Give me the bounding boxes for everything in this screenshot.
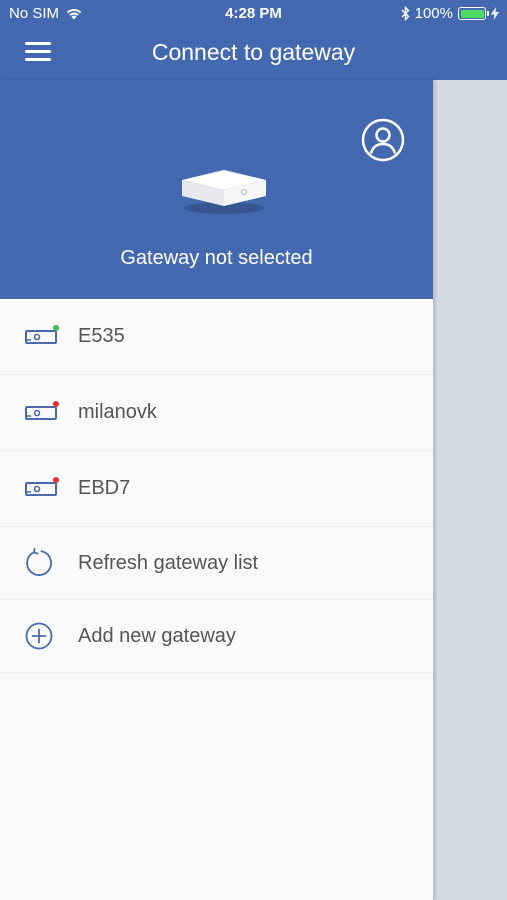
gateway-name: EBD7 bbox=[78, 477, 131, 499]
user-profile-icon[interactable] bbox=[361, 118, 405, 162]
gateway-name: milanovk bbox=[78, 401, 157, 423]
offline-status-dot bbox=[53, 400, 59, 407]
gateway-icon-cell bbox=[0, 375, 78, 450]
app-header: No SIM 4:28 PM 100% Connect to gateway bbox=[0, 0, 507, 80]
gateway-icon-cell bbox=[0, 299, 78, 374]
gateway-device-icon bbox=[182, 170, 266, 214]
gateway-list: E535 milanovk EBD7 Refresh gateway list … bbox=[0, 299, 433, 673]
online-status-dot bbox=[53, 324, 59, 331]
status-right-group: 100% bbox=[401, 5, 499, 22]
page-title: Connect to gateway bbox=[151, 39, 356, 65]
gateway-hero: Gateway not selected bbox=[0, 80, 433, 299]
add-gateway-label: Add new gateway bbox=[78, 624, 236, 647]
gateway-icon bbox=[25, 476, 59, 496]
battery-percent: 100% bbox=[414, 5, 453, 22]
refresh-gateway-list-button[interactable]: Refresh gateway list bbox=[0, 527, 433, 600]
bluetooth-icon bbox=[401, 6, 410, 21]
add-new-gateway-button[interactable]: Add new gateway bbox=[0, 600, 433, 673]
charging-icon bbox=[491, 7, 499, 20]
gateway-item[interactable]: E535 bbox=[0, 299, 433, 375]
add-icon-cell bbox=[0, 600, 78, 672]
add-circle-icon bbox=[25, 622, 53, 650]
gateway-icon bbox=[25, 400, 59, 420]
refresh-icon bbox=[26, 548, 52, 576]
status-bar: No SIM 4:28 PM 100% bbox=[0, 0, 507, 28]
offline-status-dot bbox=[53, 476, 59, 483]
refresh-label: Refresh gateway list bbox=[78, 551, 259, 574]
battery-icon bbox=[458, 7, 489, 20]
side-drawer: Gateway not selected E535 milanovk EBD7 … bbox=[0, 80, 433, 900]
refresh-icon-cell bbox=[0, 527, 78, 599]
gateway-icon bbox=[25, 324, 59, 344]
gateway-icon-cell bbox=[0, 451, 78, 526]
gateway-status-text: Gateway not selected bbox=[120, 247, 313, 269]
gateway-name: E535 bbox=[78, 325, 125, 347]
gateway-item[interactable]: EBD7 bbox=[0, 451, 433, 527]
gateway-item[interactable]: milanovk bbox=[0, 375, 433, 451]
